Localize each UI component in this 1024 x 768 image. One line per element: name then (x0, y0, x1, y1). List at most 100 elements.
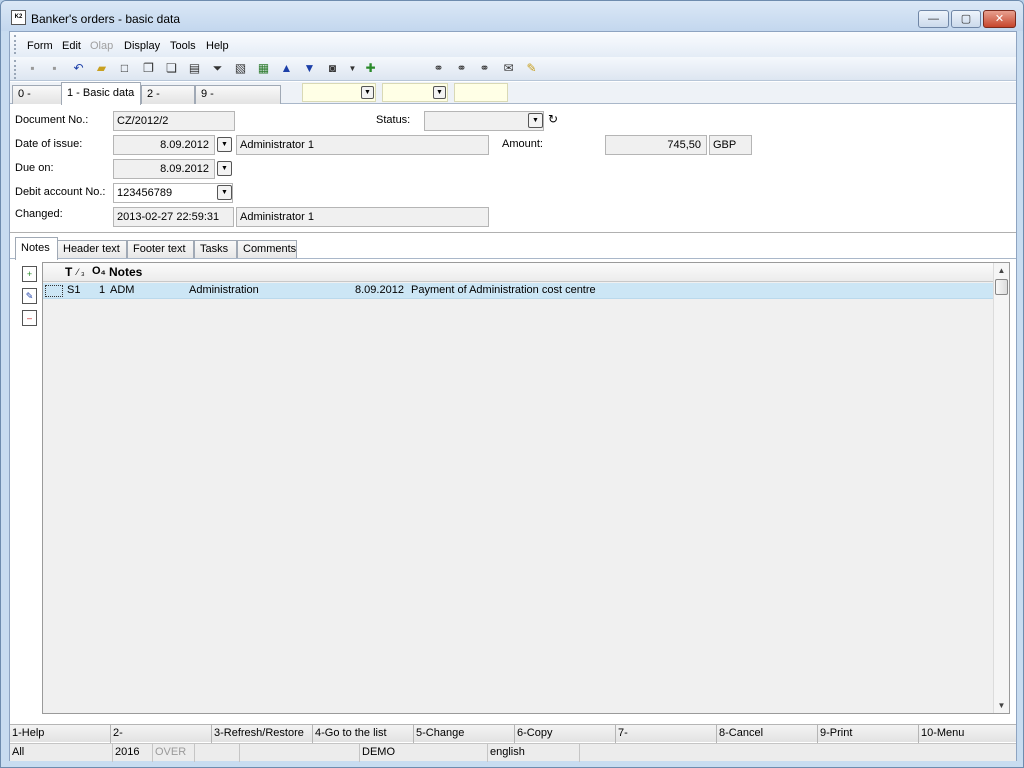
new-document-icon[interactable]: □ (116, 60, 133, 77)
window-title: Banker's orders - basic data (31, 12, 181, 26)
book-icon[interactable]: ▤ (186, 60, 203, 77)
header-notes[interactable]: Notes (109, 265, 142, 279)
mail-icon[interactable]: ✉ (500, 60, 517, 77)
fkey-go-to-list[interactable]: 4-Go to the list (313, 725, 414, 743)
tab-notes[interactable]: Notes (15, 237, 58, 260)
cell-text: Payment of Administration cost centre (411, 284, 596, 296)
fkey-menu[interactable]: 10-Menu (919, 725, 1016, 743)
sub-tabs: Notes Header text Footer text Tasks Comm… (10, 237, 1016, 260)
table-row[interactable]: S1 1 ADM Administration 8.09.2012 Paymen… (43, 283, 994, 299)
fkey-change[interactable]: 5-Change (414, 725, 515, 743)
cell-type: S1 (67, 284, 81, 296)
find-prev-icon[interactable]: ⚭ (476, 60, 493, 77)
chevron-down-icon[interactable]: ▼ (361, 86, 374, 99)
stack-icon[interactable]: ▦ (255, 60, 272, 77)
delete-note-icon[interactable]: – (22, 310, 37, 326)
header-order[interactable]: O₄ (92, 265, 106, 277)
cell-code: ADM (110, 284, 135, 296)
arrow-down-icon[interactable]: ▼ (301, 60, 318, 77)
close-button[interactable]: ✕ (983, 10, 1016, 28)
vertical-scrollbar[interactable]: ▲ ▼ (993, 263, 1009, 713)
save-as-icon[interactable]: ▪ (46, 60, 63, 77)
filter-box-1[interactable]: ▼ (302, 83, 376, 102)
status-select[interactable] (424, 111, 544, 131)
tab-header-text[interactable]: Header text (57, 240, 127, 259)
amount-label: Amount: (502, 138, 543, 150)
status-all: All (10, 744, 113, 762)
chevron-down-icon[interactable]: ▼ (433, 86, 446, 99)
grid-header: T ⁄ ₃ O₄ Notes (43, 263, 994, 282)
filter-box-3[interactable] (454, 83, 508, 102)
arrow-up-icon[interactable]: ▲ (278, 60, 295, 77)
menu-bar: Form Edit Olap Display Tools Help (10, 32, 1016, 57)
changed-label: Changed: (15, 208, 63, 220)
export-icon[interactable]: ✚ (362, 60, 379, 77)
document-no-field[interactable]: CZ/2012/2 (113, 111, 235, 131)
fkey-print[interactable]: 9-Print (818, 725, 919, 743)
binoculars-icon[interactable]: ⚭ (430, 60, 447, 77)
chevron-down-icon[interactable]: ▼ (217, 185, 232, 200)
header-type[interactable]: T (65, 265, 72, 279)
fkey-copy[interactable]: 6-Copy (515, 725, 616, 743)
status-over: OVER (153, 744, 195, 762)
tab-items[interactable]: 2 - Items (141, 85, 195, 117)
calendar-dropdown-icon[interactable]: ▼ (217, 137, 232, 152)
find-next-icon[interactable]: ⚭ (453, 60, 470, 77)
minimize-button[interactable]: — (918, 10, 949, 28)
scroll-up-icon[interactable]: ▲ (994, 263, 1009, 278)
document-no-label: Document No.: (15, 114, 89, 126)
paste-icon[interactable]: ❏ (163, 60, 180, 77)
amount-field[interactable]: 745,50 (605, 135, 707, 155)
fkey-2[interactable]: 2- (111, 725, 212, 743)
status-year: 2016 (113, 744, 153, 762)
menu-help[interactable]: Help (206, 40, 229, 52)
tab-book[interactable]: 0 - Book (12, 85, 62, 117)
note-actions: + ✎ – (10, 259, 42, 719)
tab-tasks[interactable]: Tasks (194, 240, 237, 259)
due-on-field[interactable]: 8.09.2012 (113, 159, 215, 179)
menu-edit[interactable]: Edit (62, 40, 81, 52)
copy-icon[interactable]: ❐ (140, 60, 157, 77)
fkey-refresh[interactable]: 3-Refresh/Restore (212, 725, 313, 743)
filter-icon[interactable]: ⏷ (209, 60, 226, 77)
tab-basic-data[interactable]: 1 - Basic data (61, 82, 141, 105)
row-selector[interactable] (45, 285, 63, 297)
title-bar[interactable]: K2 Banker's orders - basic data — ▢ ✕ (1, 1, 1023, 31)
undo-icon[interactable]: ↶ (70, 60, 87, 77)
debit-account-field[interactable]: 123456789 (113, 183, 233, 203)
add-note-icon[interactable]: + (22, 266, 37, 282)
chevron-down-icon[interactable]: ▼ (528, 113, 543, 128)
history-icon[interactable]: ↻ (548, 112, 558, 126)
changed-user-field: Administrator 1 (236, 207, 489, 227)
camera-icon[interactable]: ◙ (324, 60, 341, 77)
save-icon[interactable]: ▪ (24, 60, 41, 77)
app-icon: K2 (11, 10, 26, 25)
tab-comments[interactable]: Comments (237, 240, 297, 259)
fkey-7[interactable]: 7- (616, 725, 717, 743)
folder-pen-icon[interactable]: ✎ (523, 60, 540, 77)
tab-attachments[interactable]: 9 - Attachments (195, 85, 281, 117)
scroll-down-icon[interactable]: ▼ (994, 698, 1009, 713)
filter-box-2[interactable]: ▼ (382, 83, 448, 102)
header-sort[interactable]: ⁄ ₃ (77, 267, 85, 277)
cell-date: 8.09.2012 (355, 284, 404, 296)
edit-note-icon[interactable]: ✎ (22, 288, 37, 304)
toolbar: ▪ ▪ ↶ ▰ □ ❐ ❏ ▤ ⏷ ▧ ▦ ▲ ▼ ◙ ▼ ✚ ⚭ ⚭ ⚭ ✉ … (10, 57, 1016, 81)
menu-olap: Olap (90, 40, 114, 52)
scroll-thumb[interactable] (995, 279, 1008, 295)
status-empty-1 (195, 744, 240, 762)
basic-data-form: Document No.: CZ/2012/2 Status: ▼ ↻ Date… (10, 105, 1016, 233)
filter-list-icon[interactable]: ▧ (232, 60, 249, 77)
camera-dropdown-icon[interactable]: ▼ (344, 60, 361, 77)
menu-form[interactable]: Form (27, 40, 53, 52)
fkey-cancel[interactable]: 8-Cancel (717, 725, 818, 743)
menu-tools[interactable]: Tools (170, 40, 196, 52)
maximize-button[interactable]: ▢ (951, 10, 981, 28)
menu-display[interactable]: Display (124, 40, 160, 52)
app-window: K2 Banker's orders - basic data — ▢ ✕ Fo… (0, 0, 1024, 768)
fkey-help[interactable]: 1-Help (10, 725, 111, 743)
open-folder-icon[interactable]: ▰ (93, 60, 110, 77)
tab-footer-text[interactable]: Footer text (127, 240, 194, 259)
calendar-dropdown-icon[interactable]: ▼ (217, 161, 232, 176)
date-of-issue-field[interactable]: 8.09.2012 (113, 135, 215, 155)
